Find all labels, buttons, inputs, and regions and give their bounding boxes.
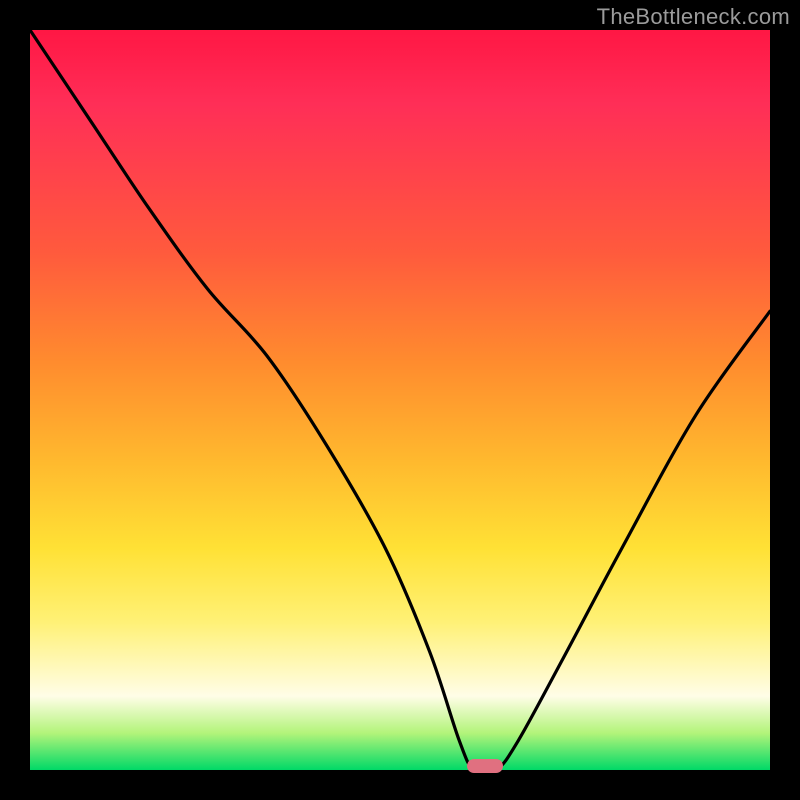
plot-area <box>30 30 770 770</box>
watermark-text: TheBottleneck.com <box>597 4 790 30</box>
bottleneck-curve <box>30 30 770 770</box>
curve-svg <box>30 30 770 770</box>
chart-frame: TheBottleneck.com <box>0 0 800 800</box>
optimum-marker <box>467 759 503 773</box>
